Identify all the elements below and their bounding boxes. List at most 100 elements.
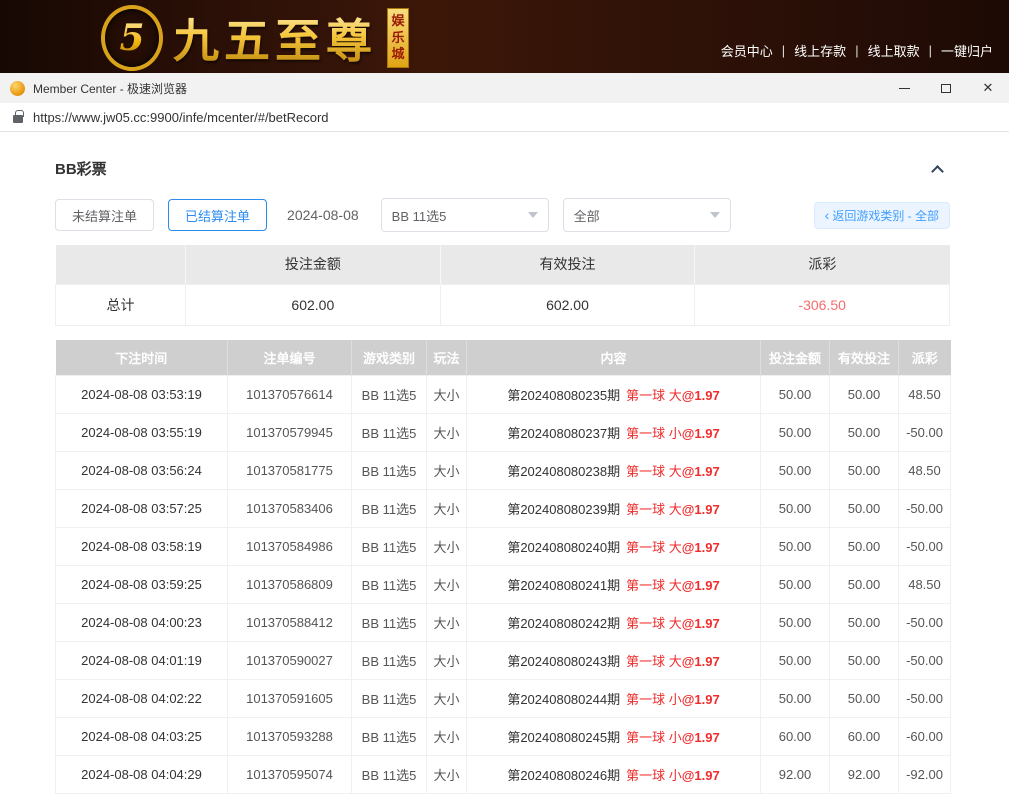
cell-game-type: BB 11选5	[352, 566, 427, 604]
table-row: 2024-08-08 04:02:22 101370591605 BB 11选5…	[56, 680, 951, 718]
period-text: 第202408080246期	[507, 768, 620, 783]
pick-text: 第一球 大	[626, 616, 682, 631]
cell-bet-amount: 50.00	[761, 490, 830, 528]
cell-bet-time: 2024-08-08 04:03:25	[56, 718, 228, 756]
cell-payout: -50.00	[899, 414, 951, 452]
odds-text: @1.97	[682, 616, 720, 631]
site-logo[interactable]: 5 九五至尊 娱乐城	[105, 5, 409, 71]
cell-bet-time: 2024-08-08 04:01:19	[56, 642, 228, 680]
odds-text: @1.97	[682, 502, 720, 517]
cell-bet-time: 2024-08-08 04:04:29	[56, 756, 228, 794]
odds-text: @1.97	[682, 692, 720, 707]
cell-game-type: BB 11选5	[352, 452, 427, 490]
period-text: 第202408080242期	[507, 616, 620, 631]
maximize-icon	[941, 84, 951, 93]
table-row: 2024-08-08 04:03:25 101370593288 BB 11选5…	[56, 718, 951, 756]
cell-valid-bet: 50.00	[830, 604, 899, 642]
pick-text: 第一球 大	[626, 654, 682, 669]
odds-text: @1.97	[682, 578, 720, 593]
cell-game-type: BB 11选5	[352, 604, 427, 642]
scope-select[interactable]: 全部	[563, 198, 731, 232]
tab-unsettled-bets[interactable]: 未结算注单	[55, 199, 154, 231]
summary-total-label: 总计	[56, 284, 186, 325]
pick-text: 第一球 大	[626, 502, 682, 517]
cell-bet-time: 2024-08-08 03:58:19	[56, 528, 228, 566]
nav-online-deposit[interactable]: 线上存款	[794, 41, 846, 60]
collapse-chevron-up-icon[interactable]	[931, 165, 944, 178]
cell-valid-bet: 50.00	[830, 414, 899, 452]
odds-text: @1.97	[682, 426, 720, 441]
table-row: 2024-08-08 03:55:19 101370579945 BB 11选5…	[56, 414, 951, 452]
table-row: 2024-08-08 04:04:29 101370595074 BB 11选5…	[56, 756, 951, 794]
header-bet-amount: 投注金额	[761, 340, 830, 376]
cell-play-type: 大小	[427, 414, 467, 452]
cell-order-id: 101370584986	[228, 528, 352, 566]
odds-text: @1.97	[682, 540, 720, 555]
odds-text: @1.97	[682, 768, 720, 783]
cell-bet-time: 2024-08-08 04:00:23	[56, 604, 228, 642]
odds-text: @1.97	[682, 654, 720, 669]
header-payout: 派彩	[899, 340, 951, 376]
nav-online-withdraw[interactable]: 线上取款	[868, 41, 920, 60]
cell-content: 第202408080235期第一球 大@1.97	[467, 376, 761, 414]
cell-content: 第202408080242期第一球 大@1.97	[467, 604, 761, 642]
cell-play-type: 大小	[427, 756, 467, 794]
cell-play-type: 大小	[427, 718, 467, 756]
cell-game-type: BB 11选5	[352, 376, 427, 414]
cell-content: 第202408080246期第一球 小@1.97	[467, 756, 761, 794]
nav-separator: |	[782, 43, 785, 58]
nav-one-key-transfer[interactable]: 一键归户	[941, 41, 993, 60]
cell-order-id: 101370583406	[228, 490, 352, 528]
date-picker[interactable]: 2024-08-08	[287, 207, 359, 223]
nav-member-center[interactable]: 会员中心	[721, 41, 773, 60]
cell-payout: 48.50	[899, 452, 951, 490]
back-arrow-icon: ‹	[825, 208, 830, 222]
banner-nav: 会员中心 | 线上存款 | 线上取款 | 一键归户	[721, 41, 993, 60]
pick-text: 第一球 小	[626, 768, 682, 783]
logo-subtitle: 娱乐城	[387, 8, 409, 69]
cell-valid-bet: 50.00	[830, 680, 899, 718]
table-row: 2024-08-08 03:58:19 101370584986 BB 11选5…	[56, 528, 951, 566]
cell-bet-amount: 50.00	[761, 642, 830, 680]
cell-valid-bet: 92.00	[830, 756, 899, 794]
url-text[interactable]: https://www.jw05.cc:9900/infe/mcenter/#/…	[33, 110, 329, 125]
cell-play-type: 大小	[427, 452, 467, 490]
cell-content: 第202408080239期第一球 大@1.97	[467, 490, 761, 528]
cell-bet-amount: 50.00	[761, 528, 830, 566]
chevron-down-icon	[710, 212, 720, 218]
cell-payout: -50.00	[899, 680, 951, 718]
cell-order-id: 101370579945	[228, 414, 352, 452]
cell-bet-amount: 50.00	[761, 452, 830, 490]
cell-content: 第202408080241期第一球 大@1.97	[467, 566, 761, 604]
bet-records-table: 下注时间 注单编号 游戏类别 玩法 内容 投注金额 有效投注 派彩 2024-0…	[55, 340, 951, 795]
window-controls: ✕	[883, 73, 1009, 103]
maximize-button[interactable]	[925, 73, 967, 103]
logo-text: 九五至尊	[173, 5, 377, 71]
back-button-label: 返回游戏类别 - 全部	[832, 207, 939, 224]
cell-payout: -50.00	[899, 528, 951, 566]
back-to-game-category-button[interactable]: ‹ 返回游戏类别 - 全部	[814, 202, 950, 229]
header-order-id: 注单编号	[228, 340, 352, 376]
cell-payout: 48.50	[899, 566, 951, 604]
cell-bet-time: 2024-08-08 03:55:19	[56, 414, 228, 452]
cell-game-type: BB 11选5	[352, 718, 427, 756]
table-row: 2024-08-08 04:01:19 101370590027 BB 11选5…	[56, 642, 951, 680]
minimize-button[interactable]	[883, 73, 925, 103]
cell-valid-bet: 50.00	[830, 642, 899, 680]
chevron-down-icon	[528, 212, 538, 218]
cell-play-type: 大小	[427, 566, 467, 604]
summary-payout: -306.50	[695, 284, 950, 325]
summary-valid-bet: 602.00	[440, 284, 695, 325]
bet-record-page: BB彩票 未结算注单 已结算注单 2024-08-08 BB 11选5 全部 ‹…	[0, 132, 1009, 794]
game-type-select[interactable]: BB 11选5	[381, 198, 549, 232]
cell-bet-time: 2024-08-08 03:57:25	[56, 490, 228, 528]
pick-text: 第一球 大	[626, 578, 682, 593]
cell-order-id: 101370586809	[228, 566, 352, 604]
cell-content: 第202408080237期第一球 小@1.97	[467, 414, 761, 452]
cell-payout: -92.00	[899, 756, 951, 794]
tab-settled-bets[interactable]: 已结算注单	[168, 199, 267, 231]
close-button[interactable]: ✕	[967, 73, 1009, 103]
cell-game-type: BB 11选5	[352, 414, 427, 452]
cell-bet-amount: 92.00	[761, 756, 830, 794]
panel-title: BB彩票	[55, 158, 107, 179]
